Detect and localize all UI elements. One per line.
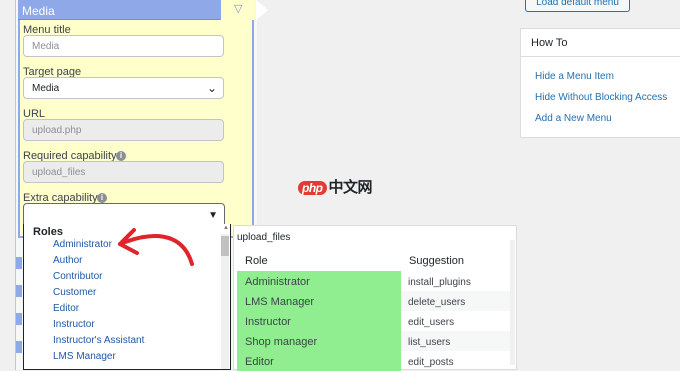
info-icon[interactable]: i <box>97 193 107 203</box>
red-annotation-arrow-icon <box>118 228 194 266</box>
target-page-value: Media <box>32 83 60 94</box>
load-default-menu-button[interactable]: Load default menu <box>525 0 630 12</box>
how-to-title: How To <box>521 29 680 57</box>
menu-title-input[interactable]: Media <box>23 35 224 57</box>
suggestion-cell[interactable]: edit_users <box>401 311 514 331</box>
collapsed-item-marker <box>16 285 22 297</box>
suggestion-cell[interactable]: install_plugins <box>401 271 514 291</box>
role-cell: LMS Manager <box>237 291 401 311</box>
role-cell: Shop manager <box>237 331 401 351</box>
dropdown-option[interactable]: Author <box>53 255 82 266</box>
dropdown-scrollbar-thumb[interactable] <box>221 236 229 256</box>
how-to-box: How To Hide a Menu Item Hide Without Blo… <box>520 28 680 138</box>
column-header-role: Role <box>245 255 268 267</box>
collapse-triangle-icon[interactable]: ▽ <box>234 2 242 15</box>
dropdown-group-label: Roles <box>33 226 63 238</box>
menu-item-header[interactable]: Media <box>18 0 254 20</box>
admin-edge <box>0 0 15 370</box>
chevron-down-icon: ⌄ <box>206 81 217 95</box>
table-row[interactable]: Shop manager list_users <box>237 331 514 351</box>
role-cell: Administrator <box>237 271 401 291</box>
dropdown-option[interactable]: Editor <box>53 303 79 314</box>
watermark-logo: php 中文网 <box>298 176 373 197</box>
collapsed-item-marker <box>16 313 22 325</box>
menu-title-placeholder: Media <box>32 41 60 52</box>
dropdown-option[interactable]: LMS Manager <box>53 351 116 362</box>
dropdown-option[interactable]: Instructor <box>53 319 95 330</box>
collapsed-item-marker <box>16 341 22 353</box>
scroll-up-arrow-icon[interactable]: ▲ <box>223 225 229 231</box>
dropdown-option[interactable]: Instructor's Assistant <box>53 335 144 346</box>
target-page-select[interactable]: Media ⌄ <box>23 77 224 99</box>
url-field: upload.php <box>23 119 224 141</box>
watermark-php: php <box>298 181 327 195</box>
role-cell: Instructor <box>237 311 401 331</box>
dropdown-option[interactable]: Administrator <box>53 239 112 250</box>
required-capability-field: upload_files <box>23 161 224 183</box>
required-capability-value: upload_files <box>32 167 86 178</box>
role-cell: Editor <box>237 351 401 371</box>
watermark-site-text: 中文网 <box>328 179 373 196</box>
hide-menu-item-link[interactable]: Hide a Menu Item <box>535 71 614 82</box>
hide-without-blocking-link[interactable]: Hide Without Blocking Access <box>535 92 667 103</box>
url-value: upload.php <box>32 125 82 136</box>
add-new-menu-link[interactable]: Add a New Menu <box>535 113 612 124</box>
table-row[interactable]: Editor edit_posts <box>237 351 514 371</box>
collapsed-item-marker <box>16 257 22 269</box>
dropdown-option[interactable]: Customer <box>53 287 96 298</box>
info-icon[interactable]: i <box>116 151 126 161</box>
table-scrollbar[interactable] <box>510 240 515 365</box>
dropdown-triangle-icon[interactable]: ▼ <box>208 210 218 221</box>
suggestion-cell[interactable]: delete_users <box>401 291 514 311</box>
selected-pointer <box>256 0 268 20</box>
column-header-suggestion: Suggestion <box>409 255 465 267</box>
suggestion-cell[interactable]: list_users <box>401 331 514 351</box>
capability-suggestion-panel: upload_files Role Suggestion Administrat… <box>233 225 517 371</box>
table-row[interactable]: Instructor edit_users <box>237 311 514 331</box>
suggestion-cell[interactable]: edit_posts <box>401 351 514 371</box>
table-row[interactable]: Administrator install_plugins <box>237 271 514 291</box>
table-row[interactable]: LMS Manager delete_users <box>237 291 514 311</box>
dropdown-option[interactable]: Contributor <box>53 271 102 282</box>
capability-name: upload_files <box>237 232 291 243</box>
panel-title: Media <box>22 4 55 18</box>
